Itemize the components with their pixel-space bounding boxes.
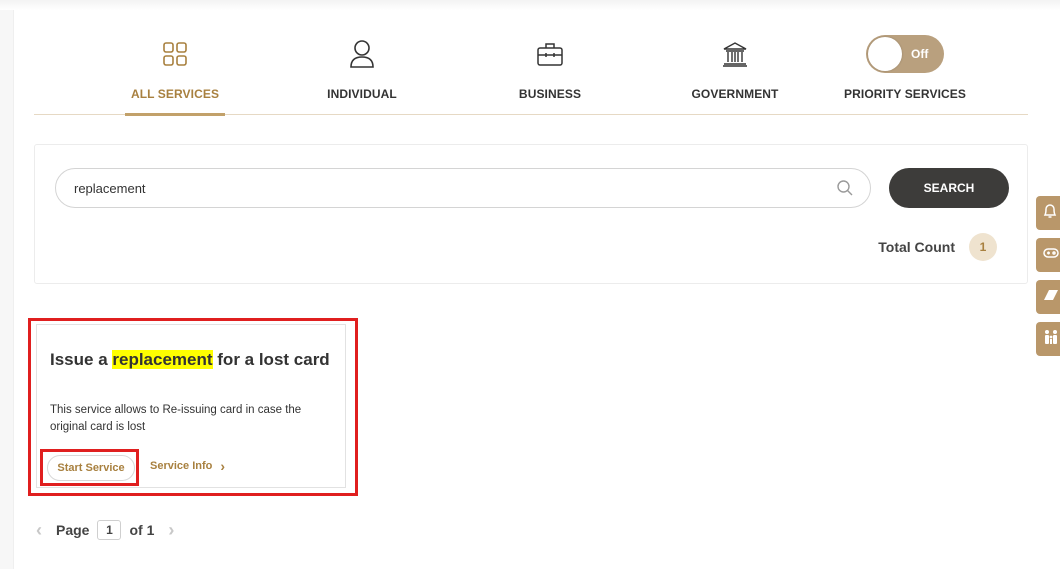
grid-icon [161, 38, 189, 70]
total-count-label: Total Count [878, 239, 955, 255]
toggle-state-label: Off [911, 47, 929, 61]
next-page-icon[interactable]: › [168, 520, 174, 541]
side-widget-game[interactable] [1036, 238, 1060, 272]
briefcase-icon [536, 38, 564, 70]
side-widget-family[interactable] [1036, 322, 1060, 356]
tab-label: ALL SERVICES [130, 87, 220, 101]
search-panel: SEARCH Total Count 1 [34, 144, 1028, 284]
pagination: ‹ Page 1 of 1 › [36, 519, 174, 541]
service-info-label: Service Info [150, 460, 213, 472]
current-page-input[interactable]: 1 [97, 520, 122, 540]
shapes-icon [1043, 288, 1059, 307]
active-tab-underline [125, 113, 225, 116]
tab-government[interactable]: GOVERNMENT [650, 10, 820, 115]
side-widget-bell[interactable] [1036, 196, 1060, 230]
title-suffix: for a lost card [212, 350, 330, 369]
left-shade [0, 0, 14, 569]
gamepad-icon [1043, 246, 1059, 265]
service-info-link[interactable]: Service Info › [150, 458, 225, 474]
total-count-badge: 1 [969, 233, 997, 261]
category-tabs: ALL SERVICES INDIVIDUAL BUSINESS GOVERNM… [34, 10, 1028, 116]
tab-label: INDIVIDUAL [327, 87, 397, 101]
start-button-highlight-outline [40, 449, 139, 486]
total-count-row: Total Count 1 [878, 233, 997, 261]
tab-label: BUSINESS [518, 87, 582, 101]
bell-icon [1043, 203, 1057, 224]
page-total-label: of 1 [129, 522, 155, 538]
search-button[interactable]: SEARCH [889, 168, 1009, 208]
service-title: Issue a replacement for a lost card [50, 349, 335, 371]
tab-priority-services[interactable]: Off PRIORITY SERVICES [820, 10, 990, 115]
tab-label: GOVERNMENT [691, 87, 779, 101]
search-input[interactable] [74, 180, 834, 196]
page-label: Page [56, 522, 90, 538]
government-building-icon [721, 38, 749, 70]
top-shade [0, 0, 1060, 10]
search-icon[interactable] [836, 179, 854, 202]
title-prefix: Issue a [50, 350, 113, 369]
chevron-right-icon: › [220, 458, 226, 474]
search-box [55, 168, 871, 208]
tab-all-services[interactable]: ALL SERVICES [90, 10, 260, 116]
person-icon [348, 38, 376, 70]
side-widget-shapes[interactable] [1036, 280, 1060, 314]
prev-page-icon[interactable]: ‹ [36, 520, 42, 541]
tab-individual[interactable]: INDIVIDUAL [277, 10, 447, 115]
tab-label: PRIORITY SERVICES [844, 87, 966, 101]
service-description: This service allows to Re-issuing card i… [50, 404, 302, 433]
family-icon [1043, 329, 1059, 350]
toggle-knob [868, 37, 902, 71]
priority-toggle[interactable]: Off [866, 35, 944, 73]
search-term-highlight: replacement [112, 350, 213, 369]
tab-business[interactable]: BUSINESS [465, 10, 635, 115]
